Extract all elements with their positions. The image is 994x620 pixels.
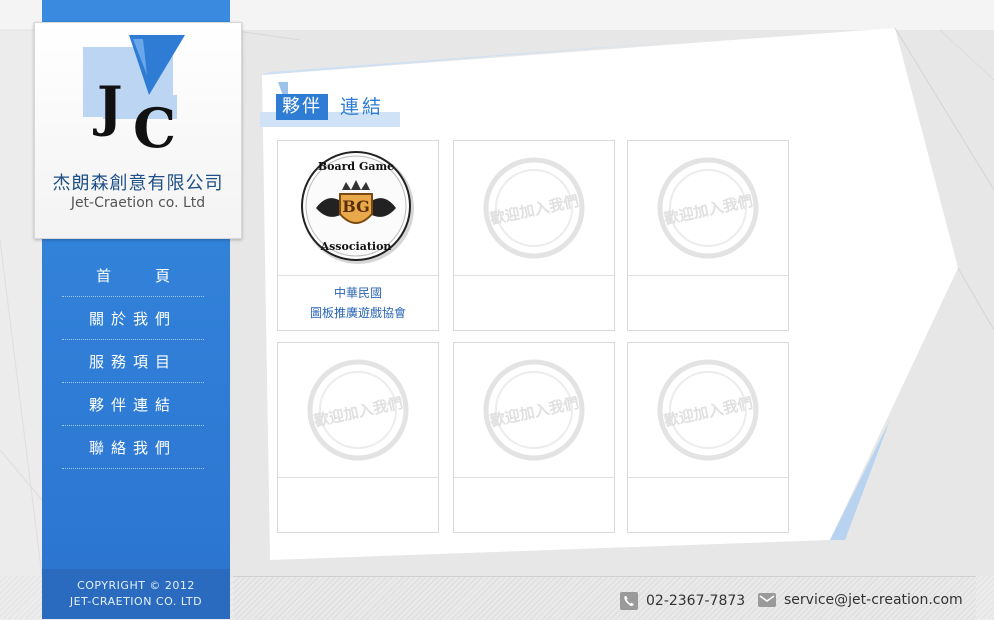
partner-caption[interactable]: 中華民國 圖板推廣遊戲協會 [278, 283, 438, 323]
copyright-line2: JET-CRAETION CO. LTD [69, 595, 203, 608]
logo-letter-j: J [93, 74, 123, 138]
stamp-text: 歡迎加入我們 [663, 192, 755, 228]
stamp-text: 歡迎加入我們 [489, 192, 581, 228]
nav-item-contact[interactable]: 聯絡我們 [62, 426, 204, 469]
contact-email: service@jet-creation.com [758, 589, 963, 611]
title-highlight: 夥伴 [276, 94, 328, 120]
partner-card-placeholder[interactable]: 歡迎加入我們 [453, 140, 615, 331]
nav-item-services[interactable]: 服務項目 [62, 340, 204, 383]
nav-label: 首頁 [95, 266, 214, 285]
nav-item-partners[interactable]: 夥伴連結 [62, 383, 204, 426]
welcome-stamp-icon: 歡迎加入我們 [307, 359, 409, 461]
sidebar-nav: 首頁 關於我們 服務項目 夥伴連結 聯絡我們 [62, 254, 204, 469]
nav-label: 服務項目 [88, 352, 177, 371]
phone-number[interactable]: 02-2367-7873 [646, 593, 745, 609]
caption-line2: 圖板推廣遊戲協會 [309, 306, 406, 320]
stamp-text: 歡迎加入我們 [489, 394, 581, 430]
copyright: COPYRIGHT © 2012 JET-CRAETION CO. LTD [42, 569, 230, 619]
contact-phone: 02-2367-7873 [620, 590, 745, 612]
partner-card-placeholder[interactable]: 歡迎加入我們 [627, 140, 789, 331]
partner-card-placeholder[interactable]: 歡迎加入我們 [453, 342, 615, 533]
title-rest: 連結 [340, 96, 385, 118]
nav-label: 聯絡我們 [88, 438, 177, 457]
partner-card-placeholder[interactable]: 歡迎加入我們 [627, 342, 789, 533]
company-name-en: Jet-Craetion co. Ltd [70, 195, 206, 211]
nav-label: 關於我們 [88, 309, 177, 328]
placeholder-frame: 歡迎加入我們 [628, 343, 788, 478]
section-title: 夥伴 連結 [260, 82, 400, 128]
placeholder-frame: 歡迎加入我們 [454, 141, 614, 276]
stamp-text: 歡迎加入我們 [663, 394, 755, 430]
nav-label: 夥伴連結 [88, 395, 177, 414]
mail-icon [758, 593, 776, 607]
nav-item-about[interactable]: 關於我們 [62, 297, 204, 340]
copyright-line1: COPYRIGHT © 2012 [77, 579, 195, 592]
welcome-stamp-icon: 歡迎加入我們 [657, 157, 759, 259]
partner-card[interactable]: BG Board Game Association 中華民國 圖板推廣遊戲協會 [277, 140, 439, 331]
logo-top-text: Board Game [318, 160, 394, 173]
placeholder-frame: 歡迎加入我們 [628, 141, 788, 276]
welcome-stamp-icon: 歡迎加入我們 [483, 359, 585, 461]
welcome-stamp-icon: 歡迎加入我們 [657, 359, 759, 461]
logo-letter-c: C [133, 96, 176, 155]
board-game-association-logo: BG Board Game Association [301, 151, 414, 264]
company-name-cn: 杰朗森創意有限公司 [52, 173, 224, 194]
partner-logo-frame: BG Board Game Association [278, 141, 438, 276]
logo-emblem-text: BG [342, 197, 369, 216]
placeholder-frame: 歡迎加入我們 [454, 343, 614, 478]
logo-bottom-text: Association [320, 240, 392, 253]
nav-item-home[interactable]: 首頁 [62, 254, 204, 297]
stamp-text: 歡迎加入我們 [313, 394, 405, 430]
placeholder-frame: 歡迎加入我們 [278, 343, 438, 478]
company-logo: J C [83, 35, 185, 155]
phone-icon [620, 592, 638, 610]
partner-card-placeholder[interactable]: 歡迎加入我們 [277, 342, 439, 533]
welcome-stamp-icon: 歡迎加入我們 [483, 157, 585, 259]
caption-line1: 中華民國 [333, 286, 382, 300]
logo-card[interactable]: J C 杰朗森創意有限公司 Jet-Craetion co. Ltd [34, 22, 242, 239]
email-address[interactable]: service@jet-creation.com [784, 592, 963, 608]
